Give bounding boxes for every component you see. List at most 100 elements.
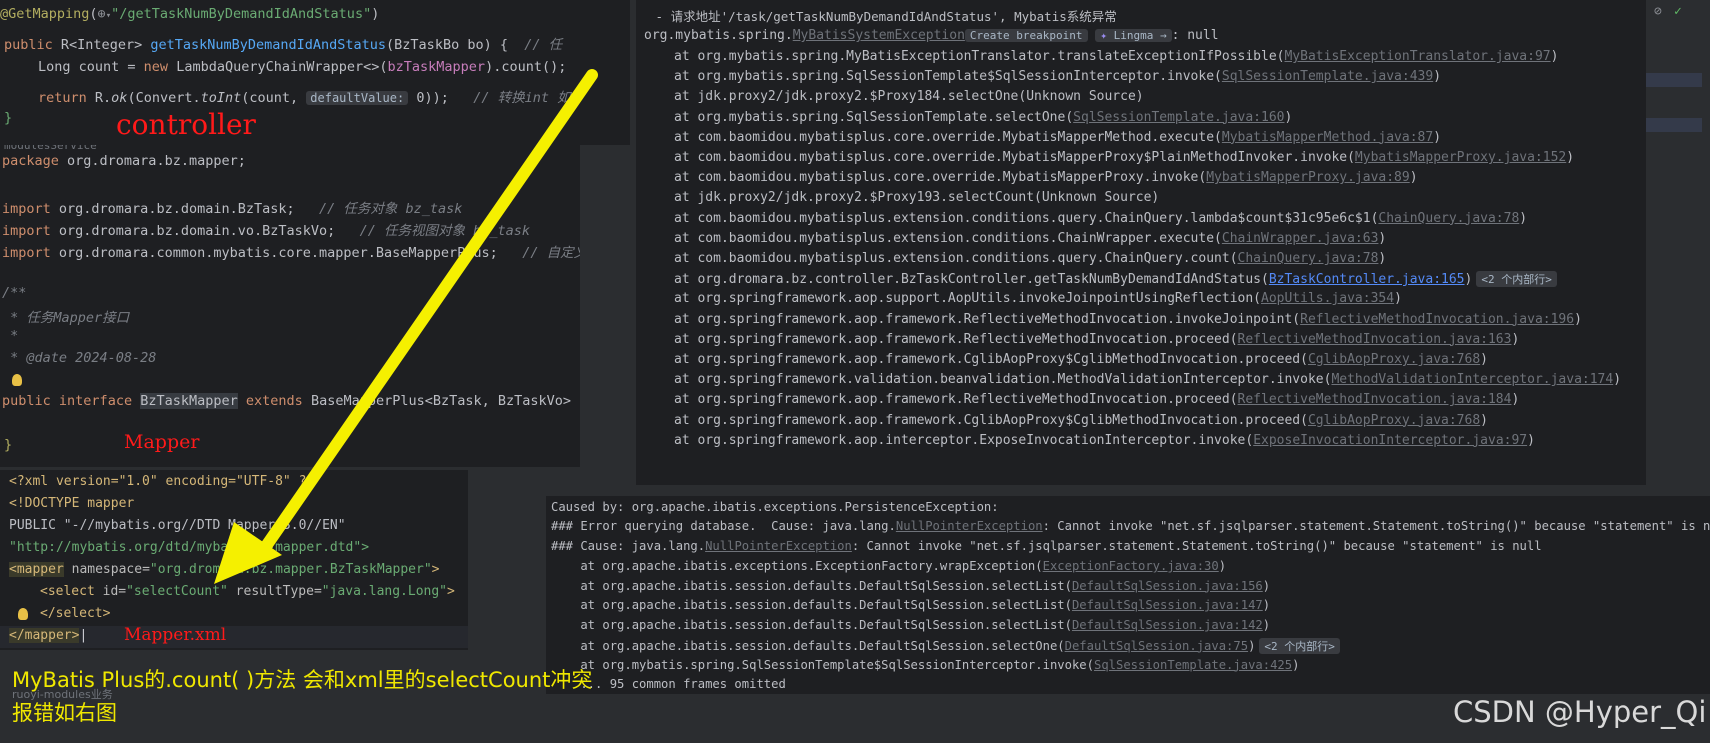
code-line: @GetMapping(⊕▾"/getTaskNumByDemandIdAndS… — [0, 6, 380, 22]
editor-gutter-strip: ⊘ ✓ — [1646, 0, 1710, 485]
source-link[interactable]: MybatisMapperMethod.java:87 — [1222, 130, 1433, 145]
source-link[interactable]: AopUtils.java:354 — [1261, 291, 1394, 306]
source-link[interactable]: BzTaskController.java:165 — [1269, 272, 1465, 287]
code-line: * 任务Mapper接口 — [2, 310, 130, 326]
code-line: * — [2, 328, 19, 344]
mapper-interface-panel: modulesService package org.dromara.bz.ma… — [0, 145, 580, 467]
source-link[interactable]: CglibAopProxy.java:768 — [1308, 352, 1480, 367]
frame-end: ) — [1480, 412, 1488, 428]
frame-end: ) — [1574, 311, 1582, 327]
source-link[interactable]: ChainWrapper.java:63 — [1222, 231, 1379, 246]
source-link[interactable]: MyBatisExceptionTranslator.java:97 — [1284, 49, 1550, 64]
source-link[interactable]: SqlSessionTemplate.java:160 — [1073, 110, 1284, 125]
parameter-hint: defaultValue: — [306, 91, 409, 105]
frame-end: ) — [1218, 559, 1227, 573]
controller-label: controller — [116, 108, 256, 141]
frame-end: ) — [1292, 657, 1300, 672]
frame-end: ) — [1262, 598, 1271, 613]
source-link[interactable]: MybatisMapperProxy.java:89 — [1206, 170, 1410, 185]
frame-end: ) — [1511, 392, 1520, 408]
code-line: public interface BzTaskMapper extends Ba… — [2, 393, 580, 409]
stack-frame: at org.mybatis.spring.MyBatisExceptionTr… — [674, 49, 1558, 64]
error-line: ### Error querying database. Cause: java… — [551, 519, 1710, 533]
globe-icon: ⊕ — [97, 6, 106, 22]
create-breakpoint-button[interactable]: Create breakpoint — [964, 29, 1088, 42]
frame-text: at com.baomidou.mybatisplus.extension.co… — [674, 251, 1238, 266]
lightbulb-icon[interactable] — [18, 605, 28, 624]
source-link[interactable]: MybatisMapperProxy.java:152 — [1355, 150, 1566, 165]
arrow-right-icon: → — [1159, 29, 1167, 42]
frame-text: at org.apache.ibatis.session.defaults.De… — [551, 638, 1065, 653]
frame-text: at org.apache.ibatis.session.defaults.De… — [551, 618, 1072, 633]
stack-frame: at org.apache.ibatis.exceptions.Exceptio… — [551, 559, 1226, 573]
source-link[interactable]: DefaultSqlSession.java:142 — [1072, 618, 1263, 632]
code-line: } — [4, 110, 13, 126]
source-link[interactable]: MethodValidationInterceptor.java:174 — [1331, 372, 1613, 387]
frame-end: ) — [1550, 49, 1559, 64]
code-line: return R.ok(Convert.toInt(count, default… — [38, 90, 571, 106]
frame-text: at org.springframework.aop.framework.Ref… — [674, 311, 1301, 327]
source-link[interactable]: ExposeInvocationInterceptor.java:97 — [1253, 433, 1527, 448]
frame-end: ) — [1566, 150, 1575, 165]
stack-frame: at org.springframework.aop.framework.Ref… — [674, 392, 1519, 407]
annotation-line-2: 报错如右图 — [12, 701, 117, 725]
xml-line: <mapper namespace="org.dromara.bz.mapper… — [9, 562, 440, 577]
stack-frame: at org.mybatis.spring.SqlSessionTemplate… — [674, 110, 1292, 125]
stack-frame: at org.springframework.aop.framework.Cgl… — [674, 352, 1488, 367]
source-link[interactable]: ChainQuery.java:78 — [1378, 211, 1519, 226]
source-link[interactable]: CglibAopProxy.java:768 — [1308, 413, 1480, 428]
internal-lines-badge[interactable]: <2 个内部行> — [1476, 271, 1557, 288]
frame-text: at com.baomidou.mybatisplus.extension.co… — [674, 210, 1379, 226]
code-line: import org.dromara.bz.domain.vo.BzTaskVo… — [2, 223, 531, 239]
stack-frame: at org.dromara.bz.controller.BzTaskContr… — [674, 271, 1557, 288]
source-link[interactable]: DefaultSqlSession.java:75 — [1065, 639, 1248, 653]
stack-frame: at org.mybatis.spring.SqlSessionTemplate… — [674, 69, 1441, 84]
frame-text: at org.springframework.aop.framework.Cgl… — [674, 352, 1308, 367]
lingma-button[interactable]: ✦ Lingma → — [1095, 29, 1172, 42]
caused-by-line: Caused by: org.apache.ibatis.exceptions.… — [551, 500, 999, 514]
exception-link[interactable]: NullPointerException — [705, 539, 852, 553]
stack-frame: at jdk.proxy2/jdk.proxy2.$Proxy193.selec… — [674, 190, 1159, 205]
watermark: CSDN @Hyper_Qi — [1453, 695, 1707, 729]
stack-frame: at com.baomidou.mybatisplus.extension.co… — [674, 211, 1527, 226]
stack-frame: at com.baomidou.mybatisplus.core.overrid… — [674, 130, 1441, 145]
frame-end: ) — [1527, 432, 1535, 448]
frame-text: at org.springframework.aop.support.AopUt… — [674, 291, 1261, 307]
frame-text: at org.dromara.bz.controller.BzTaskContr… — [674, 272, 1269, 288]
frame-end: ) — [1409, 170, 1418, 186]
stack-frame: at jdk.proxy2/jdk.proxy2.$Proxy184.selec… — [674, 89, 1144, 104]
frame-text: at org.springframework.aop.framework.Ref… — [674, 331, 1238, 347]
lightbulb-icon[interactable] — [12, 371, 22, 390]
panel-top-fragment: modulesService — [4, 145, 97, 152]
source-link[interactable]: SqlSessionTemplate.java:425 — [1094, 658, 1292, 672]
stack-frame: at org.apache.ibatis.session.defaults.De… — [551, 637, 1340, 654]
hide-icon[interactable]: ⊘ — [1654, 4, 1662, 19]
exception-link[interactable]: NullPointerException — [896, 519, 1043, 533]
source-link[interactable]: SqlSessionTemplate.java:439 — [1222, 69, 1433, 84]
source-link[interactable]: ReflectiveMethodInvocation.java:163 — [1238, 332, 1512, 347]
frame-end: ) — [1262, 618, 1271, 633]
frame-end: ) — [1511, 331, 1520, 347]
source-link[interactable]: ChainQuery.java:78 — [1238, 251, 1379, 266]
stack-frame: at com.baomidou.mybatisplus.core.overrid… — [674, 150, 1574, 165]
exception-link[interactable]: MyBatisSystemException — [793, 28, 965, 43]
frame-text: at org.springframework.aop.interceptor.E… — [674, 432, 1254, 448]
code-line: * @date 2024-08-28 — [2, 350, 157, 366]
internal-lines-badge[interactable]: <2 个内部行> — [1259, 637, 1340, 654]
source-link[interactable]: ExceptionFactory.java:30 — [1043, 559, 1219, 573]
source-link[interactable]: ReflectiveMethodInvocation.java:184 — [1238, 392, 1512, 407]
scroll-marker — [1646, 118, 1702, 132]
frame-end: ) — [1394, 291, 1402, 307]
frame-text: at com.baomidou.mybatisplus.core.overrid… — [674, 129, 1222, 145]
frame-text: at org.apache.ibatis.session.defaults.De… — [551, 578, 1072, 593]
source-link[interactable]: DefaultSqlSession.java:156 — [1072, 579, 1263, 593]
frame-text: at org.apache.ibatis.exceptions.Exceptio… — [551, 559, 1043, 573]
source-link[interactable]: DefaultSqlSession.java:147 — [1072, 598, 1263, 612]
stack-frame: at org.springframework.aop.framework.Ref… — [674, 332, 1519, 347]
frame-end: ) — [1480, 352, 1488, 367]
source-link[interactable]: ReflectiveMethodInvocation.java:196 — [1300, 312, 1574, 327]
frame-text: at org.springframework.validation.beanva… — [674, 372, 1332, 388]
mapper-xml-panel: <?xml version="1.0" encoding="UTF-8" ?> … — [0, 470, 468, 650]
stack-frame: at org.springframework.aop.framework.Ref… — [674, 312, 1582, 327]
frame-text: at org.mybatis.spring.SqlSessionTemplate… — [551, 657, 1094, 672]
